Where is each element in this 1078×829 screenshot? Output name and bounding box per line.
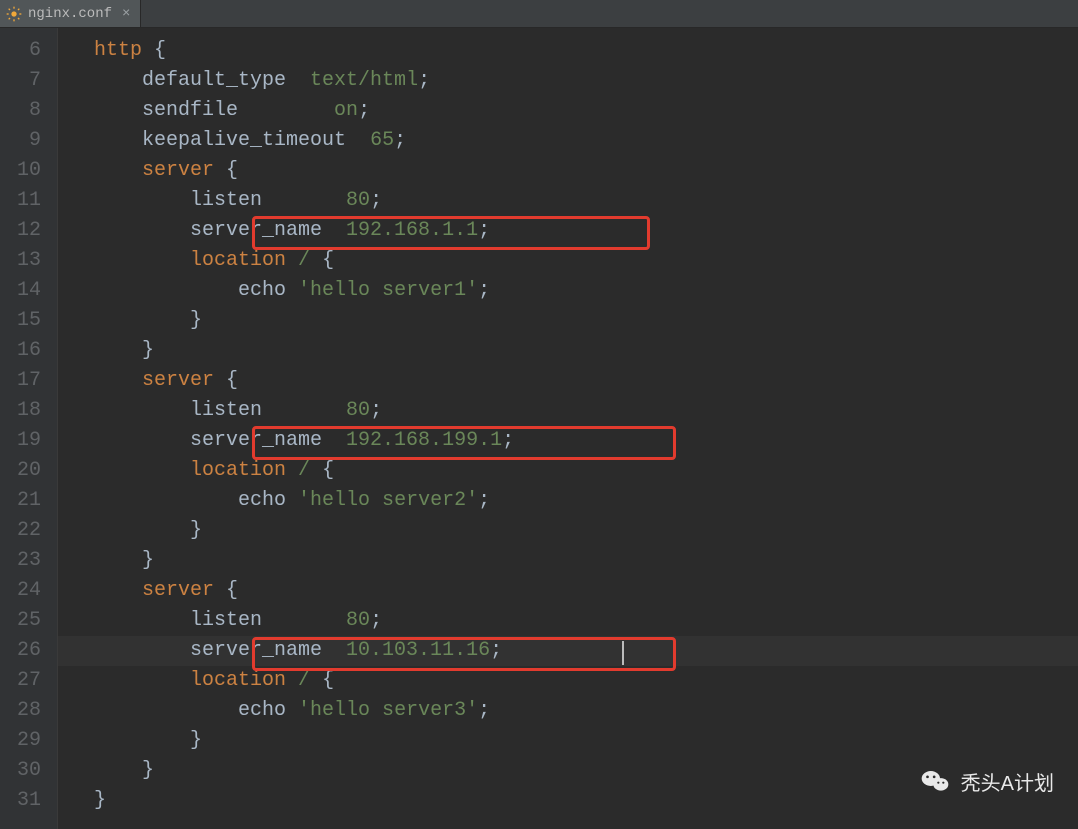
code-line[interactable]: location / { <box>94 666 1078 696</box>
line-number: 30 <box>0 756 41 786</box>
tab-close-icon[interactable]: × <box>122 6 130 22</box>
line-number: 10 <box>0 156 41 186</box>
line-number: 28 <box>0 696 41 726</box>
editor: 6789101112131415161718192021222324252627… <box>0 28 1078 829</box>
line-number: 24 <box>0 576 41 606</box>
line-number: 21 <box>0 486 41 516</box>
code-line[interactable]: server { <box>94 576 1078 606</box>
code-line[interactable]: server_name 192.168.199.1; <box>94 426 1078 456</box>
code-line[interactable]: server_name 10.103.11.16; <box>94 636 1078 666</box>
line-number: 14 <box>0 276 41 306</box>
line-number: 29 <box>0 726 41 756</box>
code-line[interactable]: location / { <box>94 456 1078 486</box>
line-number: 12 <box>0 216 41 246</box>
wechat-icon <box>919 765 951 797</box>
line-number: 15 <box>0 306 41 336</box>
line-number: 6 <box>0 36 41 66</box>
tab-filename: nginx.conf <box>28 6 112 22</box>
code-line[interactable]: server_name 192.168.1.1; <box>94 216 1078 246</box>
code-line[interactable]: echo 'hello server2'; <box>94 486 1078 516</box>
line-number: 20 <box>0 456 41 486</box>
line-number-gutter: 6789101112131415161718192021222324252627… <box>0 28 58 829</box>
code-line[interactable]: echo 'hello server3'; <box>94 696 1078 726</box>
line-number: 25 <box>0 606 41 636</box>
code-line[interactable]: } <box>94 516 1078 546</box>
line-number: 18 <box>0 396 41 426</box>
code-line[interactable]: default_type text/html; <box>94 66 1078 96</box>
code-line[interactable]: http { <box>94 36 1078 66</box>
line-number: 22 <box>0 516 41 546</box>
watermark: 秃头A计划 <box>919 765 1054 797</box>
line-number: 8 <box>0 96 41 126</box>
code-line[interactable]: listen 80; <box>94 606 1078 636</box>
line-number: 13 <box>0 246 41 276</box>
line-number: 11 <box>0 186 41 216</box>
tab-bar: nginx.conf × <box>0 0 1078 28</box>
text-caret <box>622 641 624 665</box>
code-line[interactable]: } <box>94 336 1078 366</box>
line-number: 7 <box>0 66 41 96</box>
file-tab[interactable]: nginx.conf × <box>0 0 141 27</box>
code-line[interactable]: sendfile on; <box>94 96 1078 126</box>
line-number: 19 <box>0 426 41 456</box>
code-line[interactable]: echo 'hello server1'; <box>94 276 1078 306</box>
code-line[interactable]: server { <box>94 156 1078 186</box>
code-area[interactable]: http { default_type text/html; sendfile … <box>58 28 1078 829</box>
code-line[interactable]: location / { <box>94 246 1078 276</box>
code-line[interactable]: keepalive_timeout 65; <box>94 126 1078 156</box>
line-number: 9 <box>0 126 41 156</box>
line-number: 26 <box>0 636 41 666</box>
line-number: 27 <box>0 666 41 696</box>
line-number: 17 <box>0 366 41 396</box>
code-line[interactable]: } <box>94 306 1078 336</box>
watermark-text: 秃头A计划 <box>961 767 1054 796</box>
sun-file-icon <box>6 6 22 22</box>
code-line[interactable]: server { <box>94 366 1078 396</box>
code-line[interactable]: } <box>94 726 1078 756</box>
code-line[interactable]: } <box>94 546 1078 576</box>
code-line[interactable]: listen 80; <box>94 186 1078 216</box>
line-number: 31 <box>0 786 41 816</box>
line-number: 23 <box>0 546 41 576</box>
line-number: 16 <box>0 336 41 366</box>
code-line[interactable]: listen 80; <box>94 396 1078 426</box>
